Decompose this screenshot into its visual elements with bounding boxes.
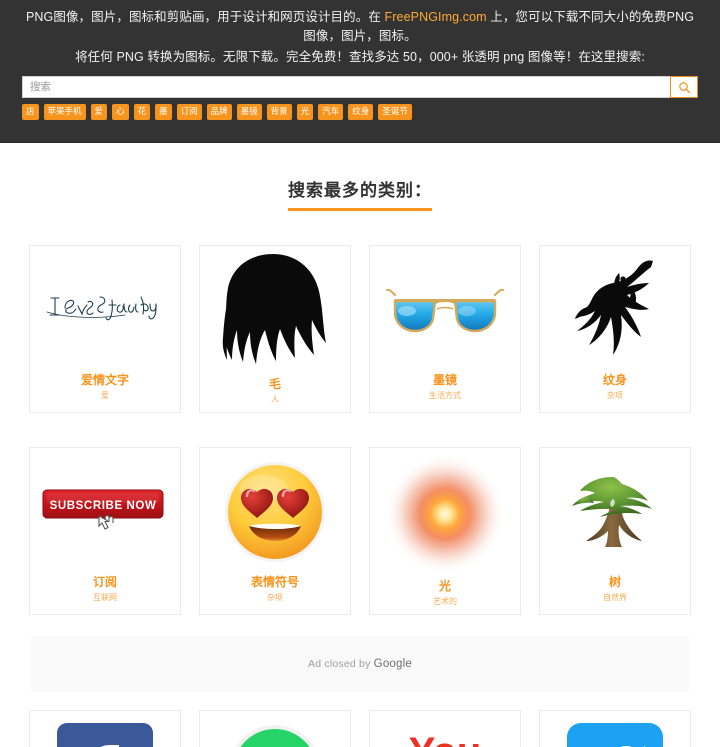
category-subtitle: 生活方式 [429,390,461,400]
site-header: PNG图像，图片，图标和剪贴画，用于设计和网页设计目的。在 FreePNGImg… [0,0,720,143]
brand-card[interactable] [539,709,691,747]
ad-banner: Ad closed by Google [31,635,689,692]
card-thumbnail [540,711,690,747]
tag-chip[interactable]: 纹身 [348,104,374,120]
heart-eyes-emoji-icon [223,460,327,564]
header-description-line-1: PNG图像，图片，图标和剪贴画，用于设计和网页设计目的。在 FreePNGImg… [0,8,720,46]
category-card[interactable]: 墨镜 生活方式 [369,244,521,413]
category-subtitle: 人 [271,394,279,404]
tag-chip[interactable]: 店 [22,104,39,120]
tag-chip[interactable]: 圣诞节 [378,104,412,120]
tag-chip[interactable]: 墨镜 [236,104,262,120]
youtube-word: You [409,730,482,747]
tag-chip[interactable]: 苹果手机 [43,104,86,120]
love-script-text-icon [45,284,165,336]
search-input[interactable] [22,76,670,98]
brand-grid-row-3: You [0,709,720,747]
card-thumbnail [540,448,690,576]
category-title: 墨镜 [432,372,457,387]
category-subtitle: 爱 [101,390,109,400]
category-subtitle: 杂项 [267,592,283,602]
card-thumbnail [30,246,180,374]
light-glow-icon [385,453,505,574]
search-row [22,76,698,98]
header-text-part-1: PNG图像，图片，图标和剪贴画，用于设计和网页设计目的。在 [25,10,385,24]
tag-chip[interactable]: 品牌 [206,104,232,120]
card-thumbnail [200,246,350,378]
category-subtitle: 互联网 [93,592,117,602]
tag-chip[interactable]: 汽车 [318,104,344,120]
category-title: 毛 [268,376,281,391]
category-title: 树 [608,574,621,589]
category-card[interactable]: 表情符号 杂项 [199,446,351,615]
tag-chip[interactable]: 花 [133,104,151,120]
wolf-tattoo-icon [561,255,669,365]
ad-closed-prefix: Ad closed by [308,657,374,670]
brand-link[interactable]: FreePNGImg.com [385,10,487,24]
tag-chip[interactable]: 背景 [266,104,292,120]
category-card[interactable]: 树 自然界 [539,446,691,615]
card-thumbnail: SUBSCRIBE NOW [30,448,180,576]
brand-card[interactable] [199,709,351,747]
sunglasses-icon [383,279,507,341]
tag-chip[interactable]: 光 [296,104,314,120]
tag-list: 店 苹果手机 爱 心 花 墨 订阅 品牌 墨镜 背景 光 汽车 纹身 圣诞节 [22,104,698,142]
category-grid-row-2: SUBSCRIBE NOW 订阅 互联网 表情符号 杂项 光 艺术的 树 自然界 [0,446,720,615]
category-subtitle: 自然界 [603,592,627,602]
ad-closed-text: Ad closed by Google [308,658,412,670]
category-subtitle: 杂项 [607,390,623,400]
ad-google-brand: Google [373,657,412,670]
category-card[interactable]: 毛 人 [199,244,351,413]
category-card[interactable]: 爱情文字 爱 [29,244,181,413]
search-button[interactable] [670,76,698,98]
category-grid-row-1: 爱情文字 爱 毛 人 墨镜 生活方式 纹身 杂项 [0,244,720,413]
twitter-icon [567,722,663,747]
tag-chip[interactable]: 爱 [90,104,108,120]
category-title: 爱情文字 [80,372,129,387]
category-title: 订阅 [92,574,117,589]
header-description-line-2: 将任何 PNG 转换为图标。无限下载。完全免费！查找多达 50，000+ 张透明… [75,50,645,64]
card-thumbnail [200,711,350,747]
card-thumbnail [370,448,520,580]
search-icon [678,81,691,94]
whatsapp-icon [227,723,323,747]
card-thumbnail [540,246,690,374]
page-title: 搜索最多的类别： [288,176,432,211]
tag-chip[interactable]: 订阅 [176,104,202,120]
category-subtitle: 艺术的 [433,596,457,606]
card-thumbnail [200,448,350,576]
youtube-icon: You [392,723,498,747]
brand-card[interactable]: You [369,709,521,747]
category-title: 表情符号 [250,574,299,589]
subscribe-label: SUBSCRIBE NOW [50,500,157,512]
tree-icon [560,473,670,551]
category-card[interactable]: 光 艺术的 [369,446,521,615]
category-card[interactable]: SUBSCRIBE NOW 订阅 互联网 [29,446,181,615]
category-card[interactable]: 纹身 杂项 [539,244,691,413]
category-title: 光 [438,578,451,593]
hair-silhouette-icon [219,252,331,372]
tag-chip[interactable]: 心 [112,104,129,120]
card-thumbnail [370,246,520,374]
section-header: 搜索最多的类别： [0,176,720,211]
tag-chip[interactable]: 墨 [155,104,172,120]
subscribe-now-button-icon: SUBSCRIBE NOW [39,486,171,538]
category-title: 纹身 [602,372,627,387]
facebook-icon [57,722,153,747]
card-thumbnail: You [370,711,520,747]
brand-card[interactable] [29,709,181,747]
card-thumbnail [30,711,180,747]
